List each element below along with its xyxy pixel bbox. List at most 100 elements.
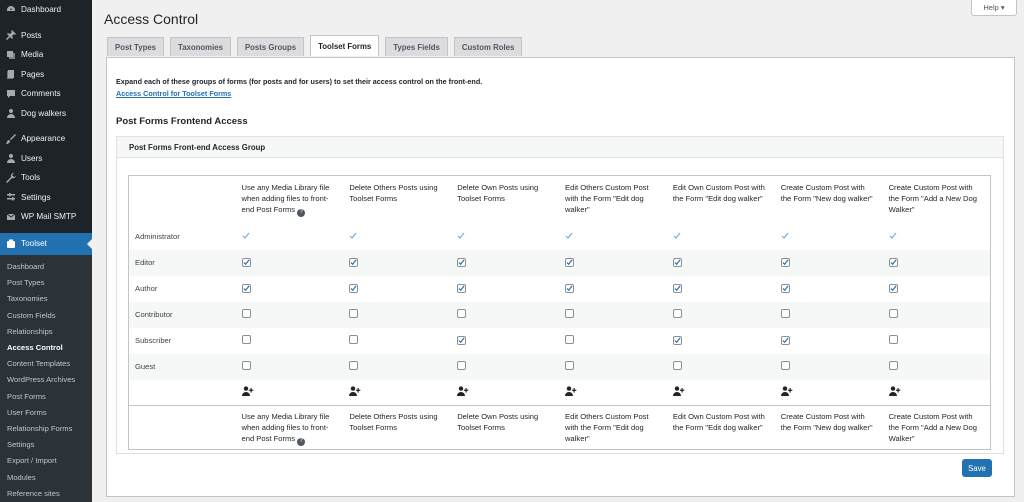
submenu-item-modules[interactable]: Modules xyxy=(0,469,92,485)
add-user-icon[interactable] xyxy=(780,386,793,398)
comments-icon xyxy=(5,88,17,100)
check-mark-icon xyxy=(565,232,573,240)
permission-checkbox-checked[interactable] xyxy=(457,257,467,267)
access-group-header[interactable]: Post Forms Front-end Access Group xyxy=(116,136,1004,158)
permission-checkbox[interactable] xyxy=(241,335,251,344)
sidebar-item-appearance[interactable]: Appearance xyxy=(0,129,92,149)
sidebar-item-users[interactable]: Users xyxy=(0,149,92,169)
sidebar-item-pages[interactable]: Pages xyxy=(0,65,92,85)
permission-cell xyxy=(451,353,560,380)
sidebar-item-dashboard[interactable]: Dashboard xyxy=(0,0,92,20)
tab-custom-roles[interactable]: Custom Roles xyxy=(453,37,523,56)
tab-types-fields[interactable]: Types Fields xyxy=(385,37,448,56)
submenu-item-relationships[interactable]: Relationships xyxy=(0,323,92,339)
sidebar-item-tools[interactable]: Tools xyxy=(0,168,92,188)
permission-checkbox-checked[interactable] xyxy=(780,257,790,267)
pin-icon xyxy=(5,29,17,41)
permission-checkbox[interactable] xyxy=(349,309,359,318)
column-header-role-cell xyxy=(129,176,236,224)
submenu-item-user-forms[interactable]: User Forms xyxy=(0,404,92,420)
submenu-item-export-import[interactable]: Export / Import xyxy=(0,453,92,469)
submenu-item-reference-sites[interactable]: Reference sites xyxy=(0,485,92,501)
help-icon[interactable]: ? xyxy=(297,208,306,217)
submenu-item-wordpress-archives[interactable]: WordPress Archives xyxy=(0,372,92,388)
permission-checkbox-checked[interactable] xyxy=(780,335,790,345)
permission-checkbox[interactable] xyxy=(241,309,251,318)
check-mark-icon xyxy=(457,232,465,240)
submenu-item-post-forms[interactable]: Post Forms xyxy=(0,388,92,404)
sidebar-item-label: Dashboard xyxy=(21,5,62,15)
sidebar-item-label: WP Mail SMTP xyxy=(21,212,77,222)
submenu-item-dashboard[interactable]: Dashboard xyxy=(0,259,92,275)
sidebar-item-comments[interactable]: Comments xyxy=(0,84,92,104)
permission-checkbox[interactable] xyxy=(565,335,575,344)
permission-checkbox[interactable] xyxy=(888,335,898,344)
permission-checkbox-checked[interactable] xyxy=(672,335,682,345)
tab-posts-groups[interactable]: Posts Groups xyxy=(236,37,305,56)
submenu-item-taxonomies[interactable]: Taxonomies xyxy=(0,291,92,307)
sidebar-item-wp-mail-smtp[interactable]: WP Mail SMTP xyxy=(0,207,92,227)
permission-checkbox-checked[interactable] xyxy=(349,257,359,267)
permission-checkbox-checked[interactable] xyxy=(780,283,790,293)
help-icon[interactable]: ? xyxy=(297,437,306,446)
submenu-item-post-types[interactable]: Post Types xyxy=(0,275,92,291)
permission-checkbox[interactable] xyxy=(565,361,575,370)
column-header-cell: Use any Media Library file when adding f… xyxy=(236,176,344,224)
sidebar-item-media[interactable]: Media xyxy=(0,45,92,65)
add-user-icon[interactable] xyxy=(241,386,254,398)
permission-cell xyxy=(343,353,452,380)
sidebar-item-settings[interactable]: Settings xyxy=(0,188,92,208)
permission-checkbox[interactable] xyxy=(457,361,467,370)
permission-checkbox-checked[interactable] xyxy=(565,283,575,293)
add-user-icon[interactable] xyxy=(565,386,577,398)
permission-checkbox-checked[interactable] xyxy=(672,257,682,267)
permission-checkbox[interactable] xyxy=(349,361,359,370)
permission-checkbox-checked[interactable] xyxy=(349,283,359,293)
submenu-item-content-templates[interactable]: Content Templates xyxy=(0,356,92,372)
permission-checkbox[interactable] xyxy=(672,309,682,318)
sidebar-item-posts[interactable]: Posts xyxy=(0,26,92,46)
permission-checkbox-checked[interactable] xyxy=(241,257,251,267)
permission-checkbox-checked[interactable] xyxy=(457,283,467,293)
permission-checkbox[interactable] xyxy=(241,361,251,370)
permission-cell xyxy=(883,224,991,250)
permission-checkbox[interactable] xyxy=(780,361,790,370)
add-user-cell xyxy=(559,380,667,406)
add-user-icon[interactable] xyxy=(672,386,685,398)
permission-checkbox-checked[interactable] xyxy=(888,257,898,267)
permission-checkbox[interactable] xyxy=(672,361,682,370)
add-user-icon[interactable] xyxy=(888,386,901,398)
sidebar-item-label: Tools xyxy=(21,173,41,183)
permission-checkbox[interactable] xyxy=(565,309,575,318)
save-button[interactable]: Save xyxy=(962,459,992,477)
permission-checkbox-checked[interactable] xyxy=(888,283,898,293)
permission-checkbox-checked[interactable] xyxy=(565,257,575,267)
submenu-item-relationship-forms[interactable]: Relationship Forms xyxy=(0,420,92,436)
permission-checkbox[interactable] xyxy=(888,309,898,318)
submenu-item-settings[interactable]: Settings xyxy=(0,437,92,453)
permission-checkbox[interactable] xyxy=(457,309,467,318)
permission-cell xyxy=(236,224,344,250)
permission-checkbox-checked[interactable] xyxy=(241,283,251,293)
tab-toolset-forms[interactable]: Toolset Forms xyxy=(310,35,380,56)
add-user-icon[interactable] xyxy=(457,386,469,398)
tab-post-types[interactable]: Post Types xyxy=(107,37,165,56)
permission-cell xyxy=(451,276,559,302)
add-user-icon[interactable] xyxy=(349,386,361,398)
add-user-cell xyxy=(883,380,991,406)
permission-cell xyxy=(235,249,344,276)
permission-cell xyxy=(343,301,452,328)
help-button[interactable]: Help ▾ xyxy=(971,0,1017,16)
submenu-item-custom-fields[interactable]: Custom Fields xyxy=(0,307,92,323)
tab-taxonomies[interactable]: Taxonomies xyxy=(170,37,231,56)
permission-cell xyxy=(451,224,559,250)
permission-checkbox[interactable] xyxy=(349,335,359,344)
permission-checkbox[interactable] xyxy=(780,309,790,318)
permission-checkbox[interactable] xyxy=(888,361,898,370)
sidebar-item-toolset[interactable]: Toolset xyxy=(0,232,92,255)
submenu-item-access-control[interactable]: Access Control xyxy=(0,339,92,355)
sidebar-item-dog-walkers[interactable]: Dog walkers xyxy=(0,104,92,124)
permission-checkbox-checked[interactable] xyxy=(457,335,467,345)
permission-checkbox-checked[interactable] xyxy=(672,283,682,293)
toolset-forms-docs-link[interactable]: Access Control for Toolset Forms xyxy=(116,89,231,98)
